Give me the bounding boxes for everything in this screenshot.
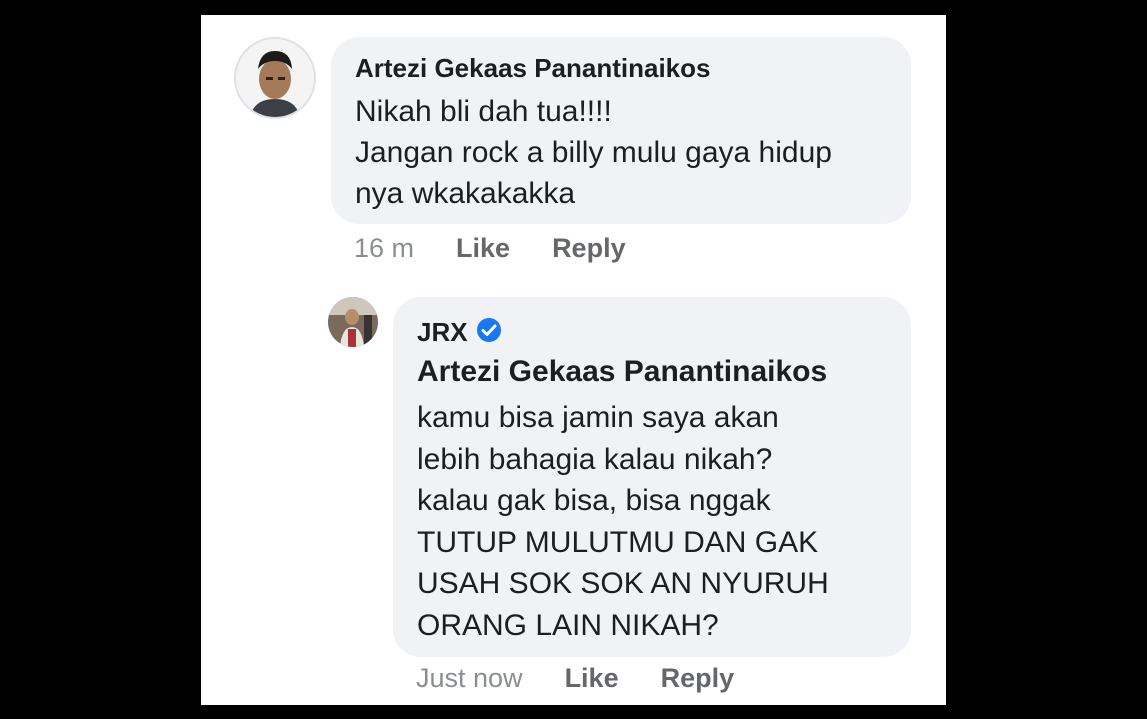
comment-line: Nikah bli dah tua!!!! [355, 95, 612, 128]
reply-timestamp[interactable]: Just now [416, 663, 523, 694]
comment-thread-panel: Artezi Gekaas Panantinaikos Nikah bli da… [201, 15, 946, 705]
reply-actions: Just now Like Reply [416, 661, 734, 695]
comment-bubble: Artezi Gekaas Panantinaikos Nikah bli da… [331, 37, 911, 224]
mention-link[interactable]: Artezi Gekaas Panantinaikos [417, 355, 827, 389]
reply-line: USAH SOK SOK AN NYURUH [417, 567, 829, 600]
reply-line: lebih bahagia kalau nikah? [417, 442, 773, 476]
reply-author-avatar[interactable] [328, 297, 378, 347]
comment-text: Nikah bli dah tua!!!! Jangan rock a bill… [355, 91, 832, 214]
reply-line: ORANG LAIN NIKAH? [417, 608, 719, 642]
reply-line: kalau gak bisa, bisa nggak [417, 484, 771, 517]
verified-badge-icon [476, 317, 502, 348]
reply-author-row: JRX [417, 317, 502, 348]
comment-actions: 16 m Like Reply [354, 231, 626, 265]
like-button[interactable]: Like [565, 663, 619, 694]
commenter-avatar[interactable] [234, 37, 316, 119]
like-button[interactable]: Like [456, 233, 510, 264]
reply-author-name[interactable]: JRX [417, 317, 468, 348]
person-photo-icon [328, 297, 378, 347]
reply-line: TUTUP MULUTMU DAN GAK [417, 525, 819, 559]
reply-button[interactable]: Reply [661, 663, 735, 694]
reply-text: kamu bisa jamin saya akan lebih bahagia … [417, 397, 829, 646]
comment-author-name[interactable]: Artezi Gekaas Panantinaikos [355, 53, 710, 84]
comment-line: nya wkakakakka [355, 177, 576, 210]
reply-bubble: JRX Artezi Gekaas Panantinaikos kamu bis… [393, 297, 911, 657]
reply-line: kamu bisa jamin saya akan [417, 401, 779, 434]
reply-button[interactable]: Reply [552, 233, 626, 264]
comment-line: Jangan rock a billy mulu gaya hidup [355, 136, 832, 169]
person-photo-icon [236, 39, 314, 117]
comment-timestamp[interactable]: 16 m [354, 233, 414, 264]
